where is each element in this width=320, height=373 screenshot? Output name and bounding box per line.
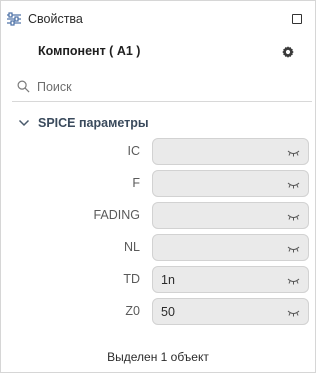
property-row-f: F [1,170,315,197]
property-row-nl: NL [1,234,315,261]
property-field[interactable] [152,170,309,197]
property-field[interactable] [152,234,309,261]
property-value: 1n [161,273,175,287]
eye-closed-icon[interactable] [287,213,300,221]
property-label: Z0 [125,304,140,318]
property-label: IC [127,144,141,158]
eye-closed-icon[interactable] [287,277,300,285]
panel-titlebar: Свойства [1,1,315,37]
property-row-ic: IC [1,138,315,165]
property-field[interactable]: 50 [152,298,309,325]
property-value: 50 [161,305,175,319]
eye-closed-icon[interactable] [287,309,300,317]
property-label: NL [124,240,140,254]
section-header-spice[interactable]: SPICE параметры [18,115,149,131]
property-field[interactable] [152,202,309,229]
property-label: FADING [93,208,140,222]
eye-closed-icon[interactable] [287,149,300,157]
maximize-icon[interactable] [292,14,302,24]
property-row-td: TD 1n [1,266,315,293]
chevron-down-icon [18,119,30,127]
property-label: F [132,176,140,190]
status-text: Выделен 1 объект [107,350,209,364]
search-icon [17,80,30,93]
search-input[interactable] [37,77,297,97]
property-field[interactable] [152,138,309,165]
property-field[interactable]: 1n [152,266,309,293]
gear-icon[interactable] [281,45,295,59]
search-bar [12,74,312,102]
properties-panel: Свойства Компонент ( A1 ) SPICE параметр… [0,0,316,373]
panel-title: Свойства [28,12,83,26]
eye-closed-icon[interactable] [287,181,300,189]
component-title: Компонент ( A1 ) [38,44,141,58]
sliders-icon [7,12,21,26]
property-row-z0: Z0 50 [1,298,315,325]
eye-closed-icon[interactable] [287,245,300,253]
section-title: SPICE параметры [38,116,149,130]
property-label: TD [123,272,140,286]
property-row-fading: FADING [1,202,315,229]
